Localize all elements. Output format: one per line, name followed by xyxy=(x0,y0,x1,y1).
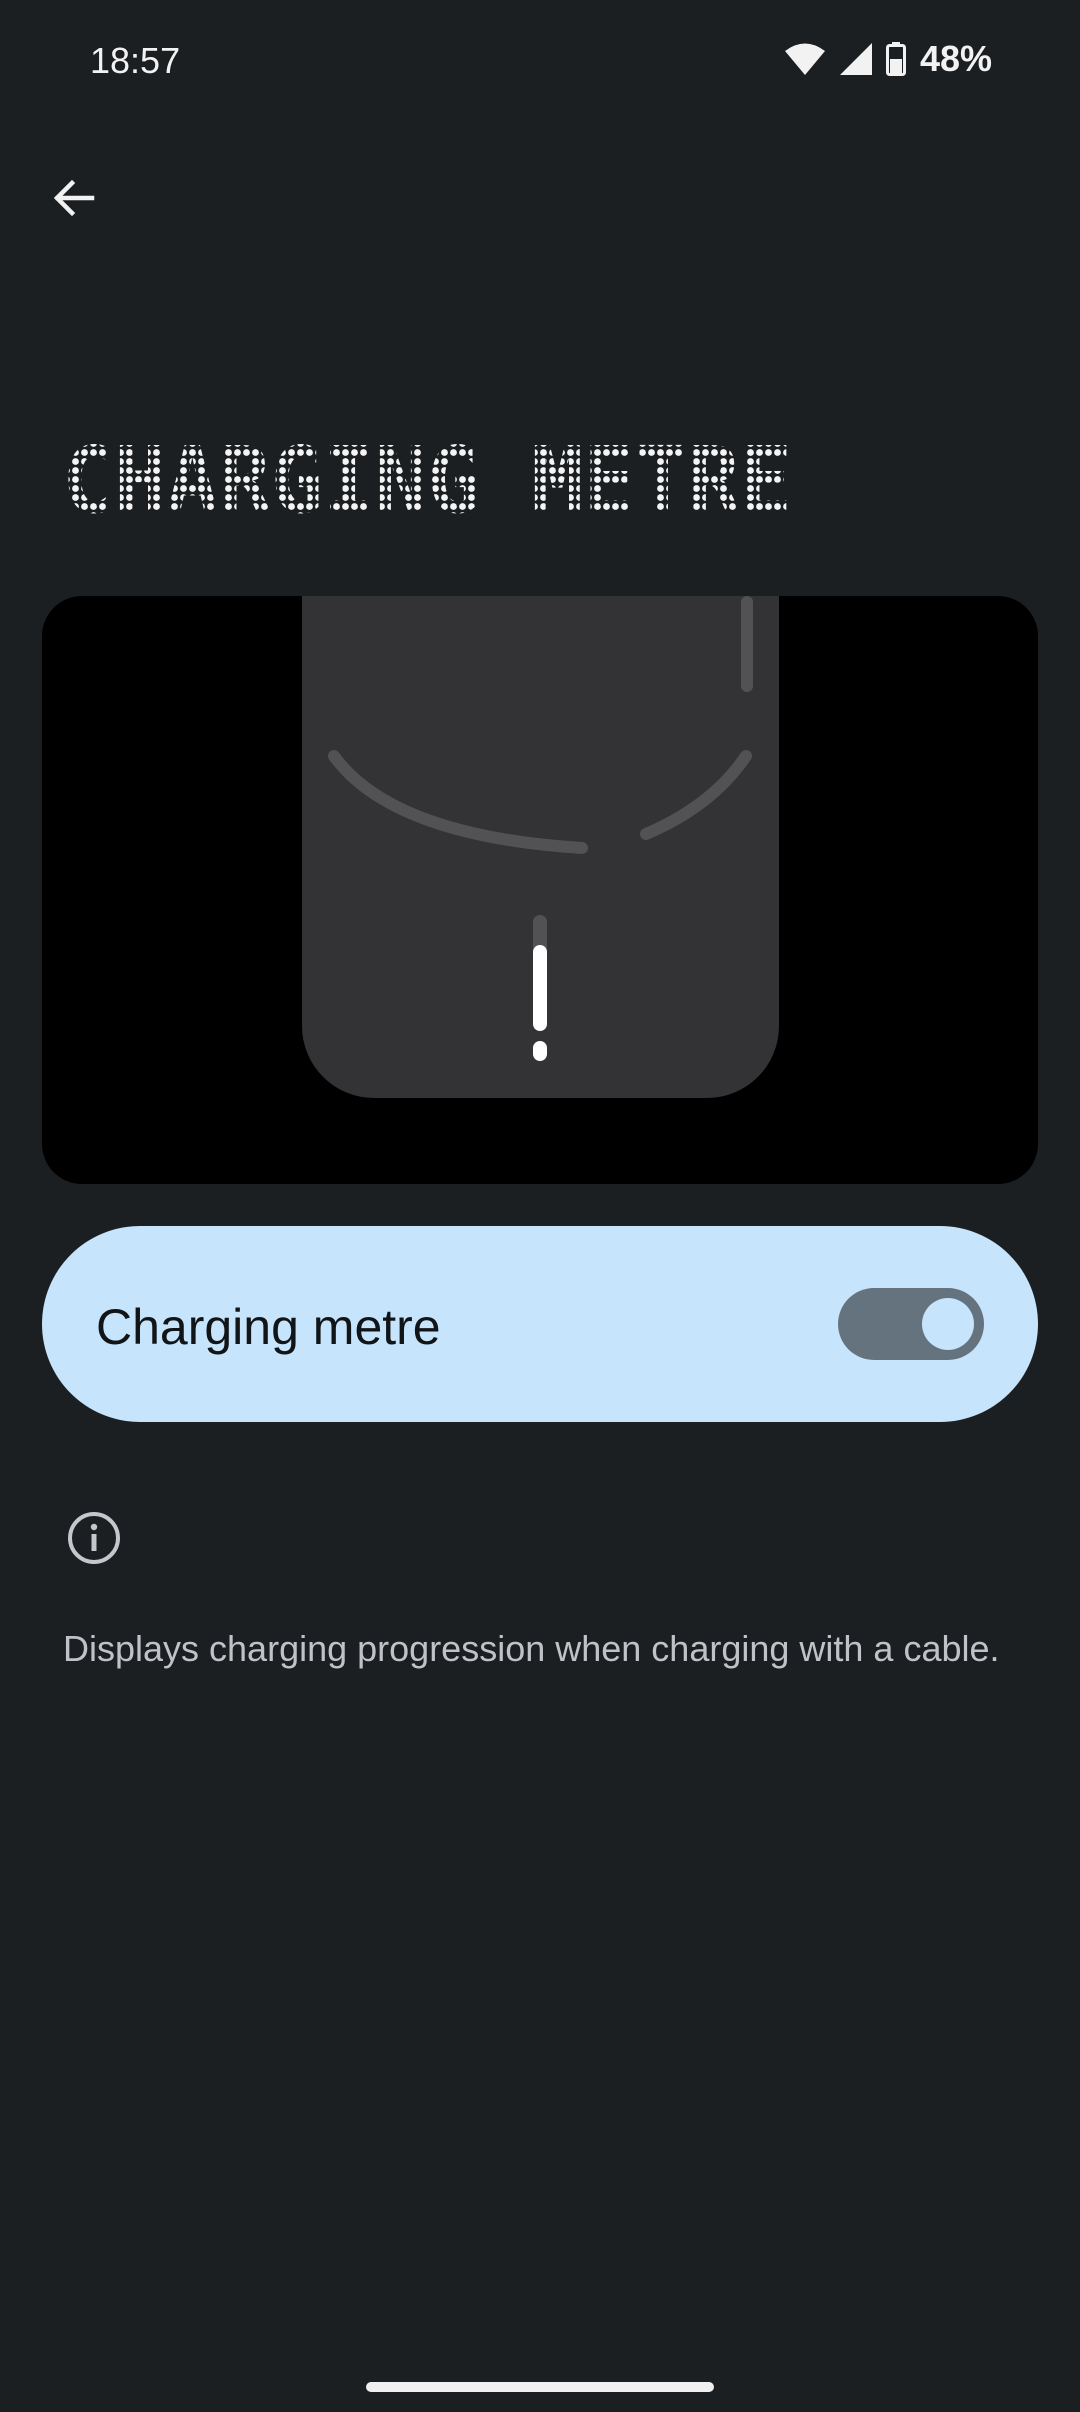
battery-icon xyxy=(885,42,906,76)
wifi-icon xyxy=(784,43,825,75)
status-icons: 48% xyxy=(784,38,992,80)
switch-knob xyxy=(922,1298,974,1350)
glyph-lights-illustration xyxy=(328,596,753,1061)
battery-percent: 48% xyxy=(919,38,992,79)
back-button[interactable] xyxy=(36,160,112,236)
screen: 18:57 48% CHARGING METRE Charging metre … xyxy=(0,0,1080,2412)
arrow-left-icon xyxy=(53,179,95,217)
info-icon xyxy=(68,1512,120,1564)
cell-signal-icon xyxy=(839,43,872,75)
status-time: 18:57 xyxy=(90,40,181,81)
charging-metre-preview xyxy=(42,596,1038,1184)
gesture-navigation-bar[interactable] xyxy=(366,2382,714,2392)
charging-metre-label: Charging metre xyxy=(96,1299,441,1355)
info-description: Displays charging progression when charg… xyxy=(63,1628,1000,1669)
page-title-text: CHARGING METRE xyxy=(62,430,792,530)
charging-metre-switch[interactable] xyxy=(838,1288,984,1360)
charging-metre-toggle-row[interactable]: Charging metre xyxy=(42,1226,1038,1422)
page-title: CHARGING METRE xyxy=(62,430,792,530)
